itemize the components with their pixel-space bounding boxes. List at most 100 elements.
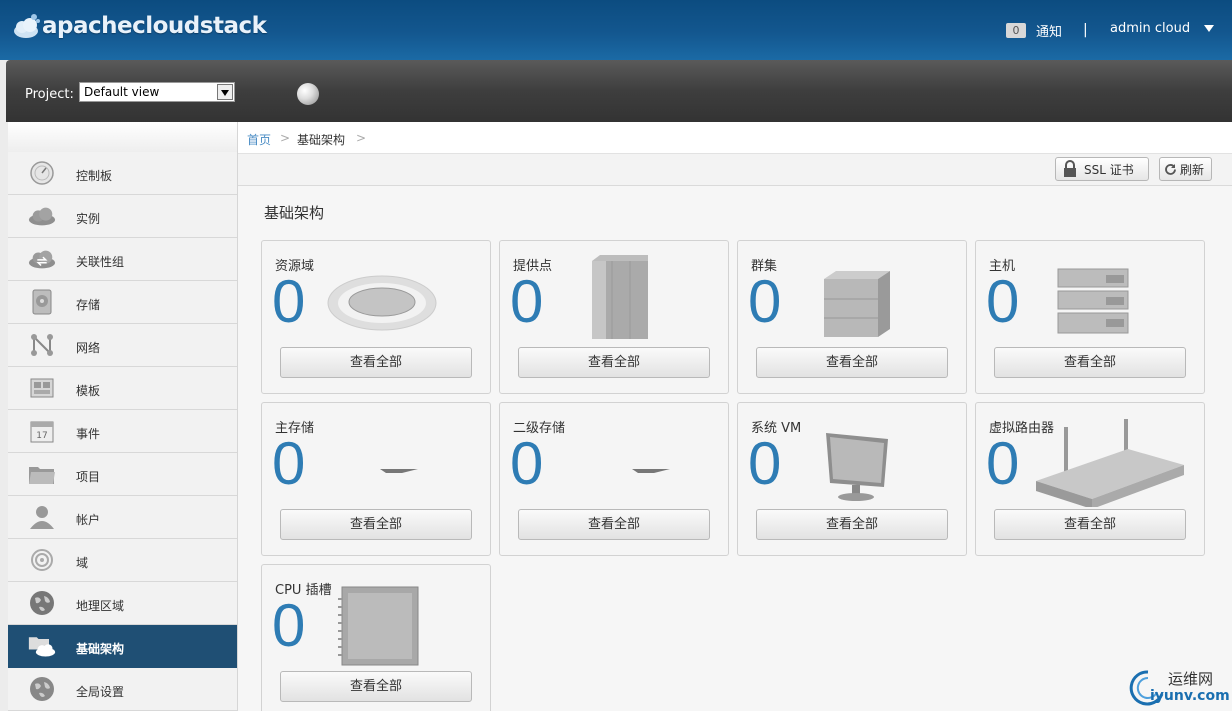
sidebar-item-label: 域: [76, 556, 89, 570]
globe-icon[interactable]: [297, 83, 319, 105]
sidebar-item-label: 关联性组: [76, 255, 125, 269]
refresh-button-label: 刷新: [1180, 162, 1205, 177]
view-all-button[interactable]: 查看全部: [756, 509, 948, 540]
calendar-day: 17: [36, 431, 47, 441]
cloud-icon: [28, 203, 56, 229]
sidebar: 控制板 实例 关联性组 存储 网络 模板 17 事件 项目 帐户 域 地理区域 …: [8, 122, 238, 711]
sidebar-item-infrastructure[interactable]: 基础架构: [8, 625, 237, 668]
sidebar-item-dashboard[interactable]: 控制板: [8, 152, 237, 195]
view-all-button[interactable]: 查看全部: [756, 347, 948, 378]
sidebar-item-domains[interactable]: 域: [8, 539, 237, 582]
view-all-button[interactable]: 查看全部: [994, 347, 1186, 378]
sidebar-item-accounts[interactable]: 帐户: [8, 496, 237, 539]
card-system-vms: 系统 VM 0 查看全部: [737, 402, 967, 556]
sidebar-item-events[interactable]: 17 事件: [8, 410, 237, 453]
view-all-button[interactable]: 查看全部: [994, 509, 1186, 540]
breadcrumb-separator: >: [356, 131, 367, 145]
monitor-icon: [826, 433, 888, 501]
sidebar-item-affinity-groups[interactable]: 关联性组: [8, 238, 237, 281]
main-content: 基础架构 资源域 0 查看全部 提供点 0 查看全部 群集 0 查看全部 主机 …: [238, 186, 1232, 711]
sidebar-item-templates[interactable]: 模板: [8, 367, 237, 410]
project-bar: Project: Default view: [6, 60, 1232, 122]
settings-globe-icon: [28, 676, 56, 702]
project-select[interactable]: Default view: [79, 82, 235, 102]
ssl-certificate-button[interactable]: SSL 证书: [1055, 157, 1149, 181]
sidebar-item-label: 帐户: [76, 513, 101, 527]
sidebar-item-label: 存储: [76, 298, 101, 312]
affinity-icon: [28, 246, 56, 272]
sidebar-top-spacer: [8, 122, 237, 152]
lock-icon: [1064, 160, 1076, 177]
card-count: 0: [272, 430, 306, 497]
dropdown-arrow-icon[interactable]: [217, 84, 233, 100]
card-zones: 资源域 0 查看全部: [261, 240, 491, 394]
notification-label: 通知: [1036, 25, 1063, 40]
zone-ring-icon: [327, 275, 437, 331]
card-count: 0: [748, 268, 782, 335]
brand-name: apachecloudstack: [42, 13, 267, 39]
storage-icon: [28, 289, 56, 315]
refresh-icon: [1165, 163, 1176, 175]
dashboard-icon: [28, 160, 56, 186]
view-all-button[interactable]: 查看全部: [518, 509, 710, 540]
network-icon: [28, 332, 56, 358]
card-count: 0: [748, 430, 782, 497]
view-all-button[interactable]: 查看全部: [280, 671, 472, 702]
ssl-button-label: SSL 证书: [1084, 162, 1134, 177]
host-server-icon: [1057, 268, 1129, 334]
sidebar-item-label: 地理区域: [76, 599, 125, 613]
card-count: 0: [510, 268, 544, 335]
card-count: 0: [272, 268, 306, 335]
card-count: 0: [986, 268, 1020, 335]
sidebar-item-network[interactable]: 网络: [8, 324, 237, 367]
watermark-url: iyunv.com: [1150, 688, 1230, 704]
watermark-text: 运维网: [1168, 670, 1214, 688]
sidebar-item-instances[interactable]: 实例: [8, 195, 237, 238]
user-menu[interactable]: admin cloud: [1110, 21, 1215, 36]
card-count: 0: [510, 430, 544, 497]
cloudstack-logo-icon: [14, 14, 40, 38]
sidebar-item-label: 模板: [76, 384, 101, 398]
card-virtual-routers: 虚拟路由器 0 查看全部: [975, 402, 1205, 556]
user-name: admin cloud: [1110, 21, 1191, 36]
toolbar: SSL 证书 刷新: [238, 154, 1232, 186]
view-all-button[interactable]: 查看全部: [518, 347, 710, 378]
router-icon: [1036, 419, 1184, 507]
sidebar-item-regions[interactable]: 地理区域: [8, 582, 237, 625]
infrastructure-icon: [28, 633, 56, 659]
chevron-down-icon: [1204, 25, 1215, 32]
sidebar-item-label: 控制板: [76, 169, 113, 183]
card-count: 0: [986, 430, 1020, 497]
sidebar-item-projects[interactable]: 项目: [8, 453, 237, 496]
notifications[interactable]: 0 通知: [1006, 21, 1062, 40]
cluster-icon: [824, 271, 890, 337]
project-select-value: Default view: [84, 85, 160, 99]
sidebar-item-label: 事件: [76, 427, 101, 441]
cpu-chip-icon: [338, 586, 419, 666]
calendar-icon: 17: [28, 418, 56, 444]
card-cpu-sockets: CPU 插槽 0 查看全部: [261, 564, 491, 711]
header-separator: |: [1083, 22, 1088, 38]
sidebar-item-label: 实例: [76, 212, 101, 226]
sidebar-item-label: 基础架构: [76, 642, 125, 656]
project-label: Project:: [25, 87, 74, 102]
sidebar-item-label: 网络: [76, 341, 101, 355]
domain-icon: [28, 547, 56, 573]
breadcrumb-home[interactable]: 首页: [247, 131, 271, 148]
card-hosts: 主机 0 查看全部: [975, 240, 1205, 394]
card-count: 0: [272, 592, 306, 659]
template-icon: [28, 375, 56, 401]
view-all-button[interactable]: 查看全部: [280, 347, 472, 378]
view-all-button[interactable]: 查看全部: [280, 509, 472, 540]
folder-icon: [28, 461, 56, 487]
logo[interactable]: apachecloudstack: [12, 10, 267, 42]
page-title: 基础架构: [264, 204, 325, 222]
sidebar-item-global-settings[interactable]: 全局设置: [8, 668, 237, 711]
watermark: 运维网 iyunv.com: [1128, 664, 1232, 711]
refresh-button[interactable]: 刷新: [1159, 157, 1212, 181]
sidebar-item-label: 项目: [76, 470, 101, 484]
notification-count: 0: [1006, 23, 1026, 38]
globe-icon: [28, 590, 56, 616]
sidebar-item-label: 全局设置: [76, 685, 125, 699]
sidebar-item-storage[interactable]: 存储: [8, 281, 237, 324]
